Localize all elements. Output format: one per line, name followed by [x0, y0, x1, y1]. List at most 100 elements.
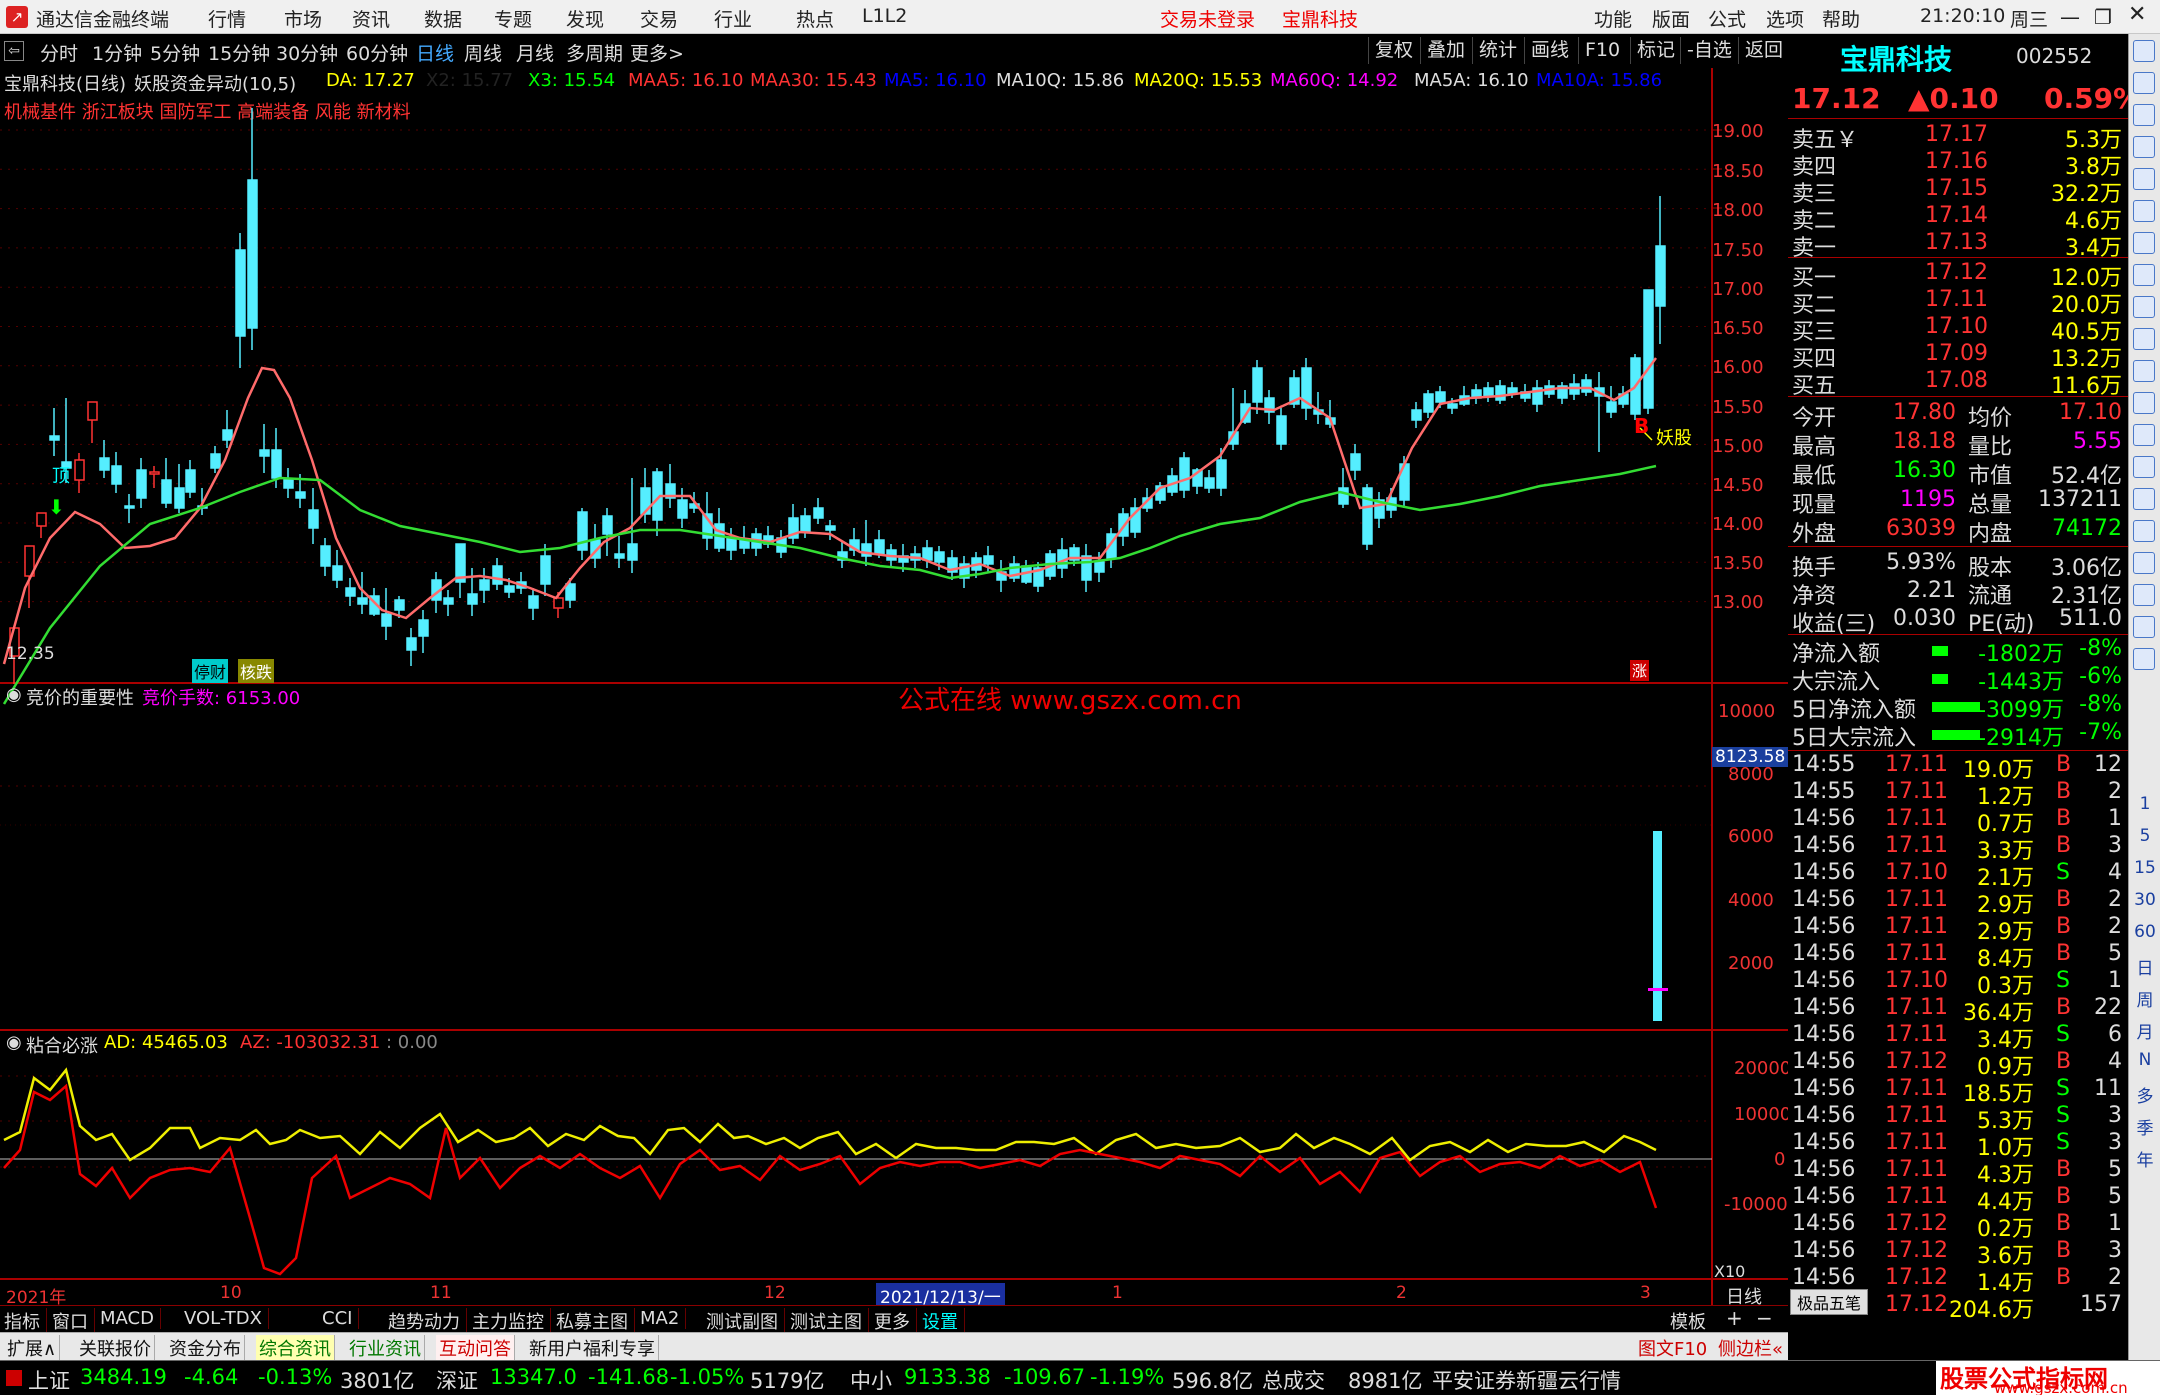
- period-tab-6[interactable]: 日线: [416, 39, 454, 66]
- side-period-9[interactable]: 多: [2133, 1082, 2157, 1107]
- right-menu-2[interactable]: 公式: [1708, 5, 1746, 32]
- menu-3[interactable]: 数据: [424, 5, 462, 32]
- move-icon[interactable]: [2133, 552, 2155, 574]
- table-icon[interactable]: [2133, 328, 2155, 350]
- menu-6[interactable]: 交易: [640, 5, 678, 32]
- down-icon[interactable]: [2133, 72, 2155, 94]
- indicator-tab-12[interactable]: 设置: [922, 1308, 965, 1334]
- period-tab-7[interactable]: 周线: [464, 39, 502, 66]
- side-period-1[interactable]: 5: [2133, 826, 2157, 846]
- kline-icon[interactable]: [2133, 200, 2155, 222]
- list-icon[interactable]: [2133, 136, 2155, 158]
- fs-icon[interactable]: [2133, 392, 2155, 414]
- side-period-6[interactable]: 周: [2133, 986, 2157, 1011]
- tool-button-1[interactable]: 叠加: [1420, 37, 1471, 64]
- side-period-10[interactable]: 季: [2133, 1114, 2157, 1139]
- indicator-tab-10[interactable]: 测试主图: [790, 1308, 869, 1334]
- side-period-7[interactable]: 月: [2133, 1018, 2157, 1043]
- indicator-tab-6[interactable]: 主力监控: [472, 1308, 551, 1334]
- indicator-tab-3[interactable]: VOL-TDX: [184, 1308, 269, 1329]
- period-tab-8[interactable]: 月线: [516, 39, 554, 66]
- menu-2[interactable]: 资讯: [352, 5, 390, 32]
- info-tab-6[interactable]: 新用户福利专享: [526, 1335, 659, 1361]
- pen-icon[interactable]: [2133, 584, 2155, 606]
- menu-7[interactable]: 行业: [714, 5, 752, 32]
- side-period-3[interactable]: 30: [2133, 890, 2157, 910]
- right-menu-3[interactable]: 选项: [1766, 5, 1804, 32]
- note-icon[interactable]: [2133, 232, 2155, 254]
- indicator-tab-9[interactable]: 测试副图: [706, 1308, 785, 1334]
- up-icon[interactable]: [2133, 40, 2155, 62]
- right-menu-0[interactable]: 功能: [1594, 5, 1632, 32]
- info-tab-4[interactable]: 行业资讯: [346, 1335, 425, 1361]
- menu-4[interactable]: 专题: [494, 5, 532, 32]
- rsi-icon[interactable]: [2133, 488, 2155, 510]
- period-tab-2[interactable]: 5分钟: [150, 39, 200, 66]
- indicator-tab-7[interactable]: 私募主图: [556, 1308, 635, 1334]
- menu-8[interactable]: 热点: [796, 5, 834, 32]
- period-tab-1[interactable]: 1分钟: [92, 39, 142, 66]
- indicator-tab-5[interactable]: 趋势动力: [388, 1308, 467, 1334]
- close-icon[interactable]: ✕: [2128, 2, 2146, 27]
- tool-button-6[interactable]: -自选: [1680, 37, 1738, 64]
- period-tab-9[interactable]: 多周期: [566, 39, 623, 66]
- minimize-icon[interactable]: —: [2060, 5, 2080, 29]
- tool-button-3[interactable]: 画线: [1524, 37, 1575, 64]
- check-icon[interactable]: [2133, 648, 2155, 670]
- add-icon[interactable]: +: [1726, 1306, 1743, 1330]
- input-method-popup[interactable]: 极品五笔: [1790, 1289, 1869, 1315]
- restore-icon[interactable]: ❐: [2094, 5, 2112, 29]
- f10-icon[interactable]: [2133, 264, 2155, 286]
- panel2-toggle-icon[interactable]: ◉: [6, 684, 26, 705]
- gauge-icon[interactable]: [2133, 456, 2155, 478]
- side-period-2[interactable]: 15: [2133, 858, 2157, 878]
- indicator-tab-8[interactable]: MA2: [640, 1308, 687, 1329]
- back-arrow-icon[interactable]: ⇦: [4, 41, 24, 61]
- side-period-0[interactable]: 1: [2133, 794, 2157, 814]
- right-menu-1[interactable]: 版面: [1652, 5, 1690, 32]
- tool-button-2[interactable]: 统计: [1472, 37, 1523, 64]
- period-tab-3[interactable]: 15分钟: [208, 39, 270, 66]
- info-tab-5[interactable]: 互动问答: [436, 1335, 515, 1361]
- doc-icon[interactable]: [2133, 360, 2155, 382]
- menu-0[interactable]: 行情: [208, 5, 246, 32]
- indicator-tab-0[interactable]: 指标: [4, 1308, 47, 1334]
- side-period-5[interactable]: 日: [2133, 954, 2157, 979]
- chart-icon[interactable]: [2133, 168, 2155, 190]
- indicator-tab-11[interactable]: 更多: [874, 1308, 917, 1334]
- panel3-toggle-icon[interactable]: ◉: [6, 1032, 22, 1053]
- fs2-icon[interactable]: [2133, 616, 2155, 638]
- tool-button-4[interactable]: F10: [1578, 37, 1626, 64]
- period-tab-10[interactable]: 更多>: [630, 39, 684, 66]
- indicator-tab-2[interactable]: MACD: [100, 1308, 161, 1329]
- info-tab-2[interactable]: 资金分布: [166, 1335, 245, 1361]
- side-period-4[interactable]: 60: [2133, 922, 2157, 942]
- info-icon[interactable]: [2133, 104, 2155, 126]
- info-tab-3[interactable]: 综合资讯: [256, 1335, 335, 1361]
- stock-tab[interactable]: 宝鼎科技: [1282, 5, 1358, 32]
- side-period-11[interactable]: 年: [2133, 1146, 2157, 1171]
- menu-9[interactable]: L1L2: [862, 5, 907, 27]
- template-button[interactable]: 模板: [1670, 1308, 1706, 1334]
- period-tab-4[interactable]: 30分钟: [276, 39, 338, 66]
- indicator-tab-4[interactable]: CCI: [322, 1308, 360, 1329]
- period-tab-0[interactable]: 分时: [40, 39, 78, 66]
- right-menu-4[interactable]: 帮助: [1822, 5, 1860, 32]
- menu-5[interactable]: 发现: [566, 5, 604, 32]
- menu-1[interactable]: 市场: [284, 5, 322, 32]
- info-tab-1[interactable]: 关联报价: [76, 1335, 155, 1361]
- grid-icon[interactable]: [2133, 296, 2155, 318]
- circle-icon[interactable]: [2133, 424, 2155, 446]
- period-tab-5[interactable]: 60分钟: [346, 39, 408, 66]
- tool-button-5[interactable]: 标记: [1630, 37, 1681, 64]
- side-period-8[interactable]: N: [2133, 1050, 2157, 1070]
- indicator-tab-1[interactable]: 窗口: [52, 1308, 95, 1334]
- tool-button-7[interactable]: 返回: [1738, 37, 1789, 64]
- panel-tab-0[interactable]: 图文F10: [1638, 1335, 1707, 1361]
- panel-tab-1[interactable]: 侧边栏«: [1718, 1335, 1783, 1361]
- login-status[interactable]: 交易未登录: [1160, 5, 1255, 32]
- minus-icon[interactable]: −: [1756, 1306, 1773, 1330]
- info-tab-0[interactable]: 扩展∧: [4, 1335, 61, 1361]
- tool-button-0[interactable]: 复权: [1368, 37, 1419, 64]
- help-icon[interactable]: [2133, 520, 2155, 542]
